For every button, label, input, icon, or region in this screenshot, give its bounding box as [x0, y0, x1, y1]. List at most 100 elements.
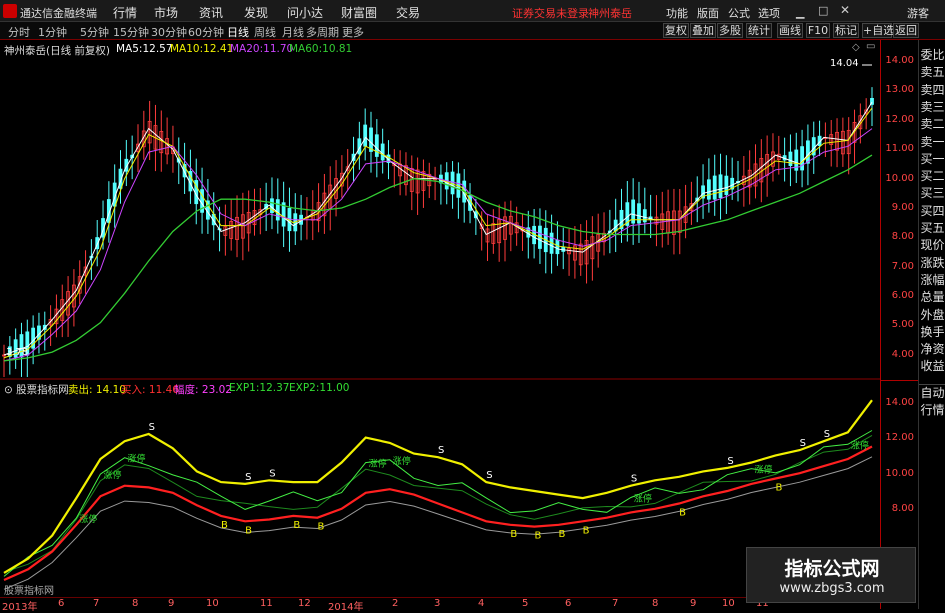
menu-xuanxiang[interactable]: 选项	[758, 5, 780, 21]
current-stock-name: 神州泰岳	[588, 7, 632, 20]
sidebar-item[interactable]: 委比	[919, 47, 945, 63]
date-tick: 7	[612, 598, 619, 609]
price-chart[interactable]	[0, 40, 880, 380]
fuquan-button[interactable]: 复权	[663, 23, 689, 38]
axis-tick: 10.00	[885, 173, 914, 184]
period-more[interactable]: 更多	[342, 24, 364, 40]
buy-signal: B	[221, 520, 228, 531]
candle-body	[555, 239, 560, 255]
sidebar-item[interactable]: 外盘	[919, 307, 945, 323]
date-tick: 6	[565, 598, 572, 609]
limit-up-signal: 涨停	[634, 492, 652, 504]
add-watchlist-button[interactable]: +自选	[862, 23, 894, 38]
sidebar-item[interactable]: 卖二	[919, 116, 945, 132]
date-tick: 4	[478, 598, 485, 609]
period-15min[interactable]: 15分钟	[113, 24, 149, 40]
sell-legend: 卖出: 14.10	[68, 384, 126, 396]
buy-signal: B	[559, 529, 566, 540]
menu-jiaoyi[interactable]: 交易	[396, 4, 420, 21]
exp2-legend: EXP2:11.00	[289, 382, 350, 394]
sidebar-item[interactable]: 自动	[919, 384, 945, 401]
menu-gongneng[interactable]: 功能	[666, 5, 688, 21]
ma-line-ma5	[3, 101, 873, 356]
sidebar-item[interactable]: 卖四	[919, 82, 945, 98]
multi-stock-button[interactable]: 多股	[717, 23, 743, 38]
date-tick: 10	[206, 598, 219, 609]
sidebar-item[interactable]: 净资	[919, 341, 945, 357]
minimize-icon[interactable]: ▁	[796, 6, 804, 19]
sidebar-item[interactable]: 卖三	[919, 99, 945, 115]
menu-banmian[interactable]: 版面	[697, 5, 719, 21]
period-fenshi[interactable]: 分时	[8, 24, 30, 40]
period-5min[interactable]: 5分钟	[80, 24, 109, 40]
sidebar-item[interactable]: 买二	[919, 168, 945, 184]
mark-button[interactable]: 标记	[833, 23, 859, 38]
draw-line-button[interactable]: 画线	[777, 23, 803, 38]
sidebar-item[interactable]: 买五	[919, 220, 945, 236]
date-tick: 3	[434, 598, 441, 609]
period-1min[interactable]: 1分钟	[38, 24, 67, 40]
period-daily[interactable]: 日线	[227, 24, 249, 40]
period-multi[interactable]: 多周期	[306, 24, 339, 40]
overlay-button[interactable]: 叠加	[690, 23, 716, 38]
ind-axis-tick: 14.00	[885, 397, 914, 408]
diamond-icon[interactable]: ◇	[852, 42, 860, 53]
main-chart-panel[interactable]: 神州泰岳(日线 前复权) MA5:12.57 MA10:12.41 MA20:1…	[0, 40, 880, 380]
menu-caifuquan[interactable]: 财富圈	[341, 4, 377, 21]
sidebar-item[interactable]: 现价	[919, 237, 945, 253]
date-tick: 9	[690, 598, 697, 609]
sidebar-item[interactable]: 买四	[919, 203, 945, 219]
date-tick: 2014年	[328, 602, 364, 613]
buy-signal: B	[510, 529, 517, 540]
close-icon[interactable]: ✕	[840, 3, 850, 17]
menu-gongshi[interactable]: 公式	[728, 5, 750, 21]
low-price-label: 3.78	[6, 347, 29, 358]
sidebar-item[interactable]: 总量	[919, 289, 945, 305]
candle-body	[363, 124, 368, 147]
menu-zixun[interactable]: 资讯	[199, 4, 223, 21]
period-toolbar: 分时 1分钟 5分钟 15分钟 30分钟 60分钟 日线 周线 月线 多周期 更…	[0, 22, 945, 40]
maximize-icon[interactable]: □	[818, 4, 828, 17]
menu-wenxiaoda[interactable]: 问小达	[287, 4, 323, 21]
sell-signal: S	[269, 468, 275, 479]
sidebar-item[interactable]: 涨幅	[919, 272, 945, 288]
stats-button[interactable]: 统计	[746, 23, 772, 38]
limit-up-signal: 涨停	[128, 453, 146, 465]
period-monthly[interactable]: 月线	[282, 24, 304, 40]
period-weekly[interactable]: 周线	[254, 24, 276, 40]
menu-hangqing[interactable]: 行情	[113, 4, 137, 21]
f10-button[interactable]: F10	[806, 23, 830, 38]
buy-legend: 买入: 11.46	[121, 384, 179, 396]
date-tick: 8	[652, 598, 659, 609]
sidebar-item[interactable]: 买三	[919, 185, 945, 201]
watermark: 指标公式网 www.zbgs3.com	[746, 547, 916, 603]
sidebar-item[interactable]: 卖五	[919, 64, 945, 80]
buy-signal: B	[679, 507, 686, 518]
sidebar-item[interactable]: 行情	[919, 402, 945, 418]
sell-signal: S	[438, 445, 444, 456]
menu-faxian[interactable]: 发现	[244, 4, 268, 21]
sidebar-item[interactable]: 买一	[919, 151, 945, 167]
guest-user[interactable]: 游客	[907, 5, 929, 21]
window-icon[interactable]: ▭	[866, 41, 875, 52]
sell-signal: S	[727, 456, 733, 467]
app-logo-icon	[3, 4, 17, 18]
ref-line	[3, 456, 873, 590]
back-button[interactable]: 返回	[893, 23, 919, 38]
menu-shichang[interactable]: 市场	[154, 4, 178, 21]
candle-body	[706, 179, 711, 200]
period-30min[interactable]: 30分钟	[151, 24, 187, 40]
ind-axis-tick: 8.00	[891, 503, 914, 514]
sidebar-item[interactable]: 换手	[919, 324, 945, 340]
ma5-legend: MA5:12.57	[116, 43, 173, 55]
date-tick: 10	[722, 598, 735, 609]
sidebar-item[interactable]: 涨跌	[919, 255, 945, 271]
sidebar-item[interactable]: 卖一	[919, 134, 945, 150]
watermark-url: www.zbgs3.com	[779, 581, 885, 596]
date-tick: 9	[168, 598, 175, 609]
sell-signal: S	[245, 472, 251, 483]
period-60min[interactable]: 60分钟	[188, 24, 224, 40]
limit-up-signal: 涨停	[79, 513, 97, 525]
login-warning[interactable]: 证券交易未登录	[512, 5, 589, 21]
sidebar-item[interactable]: 收益	[919, 358, 945, 374]
